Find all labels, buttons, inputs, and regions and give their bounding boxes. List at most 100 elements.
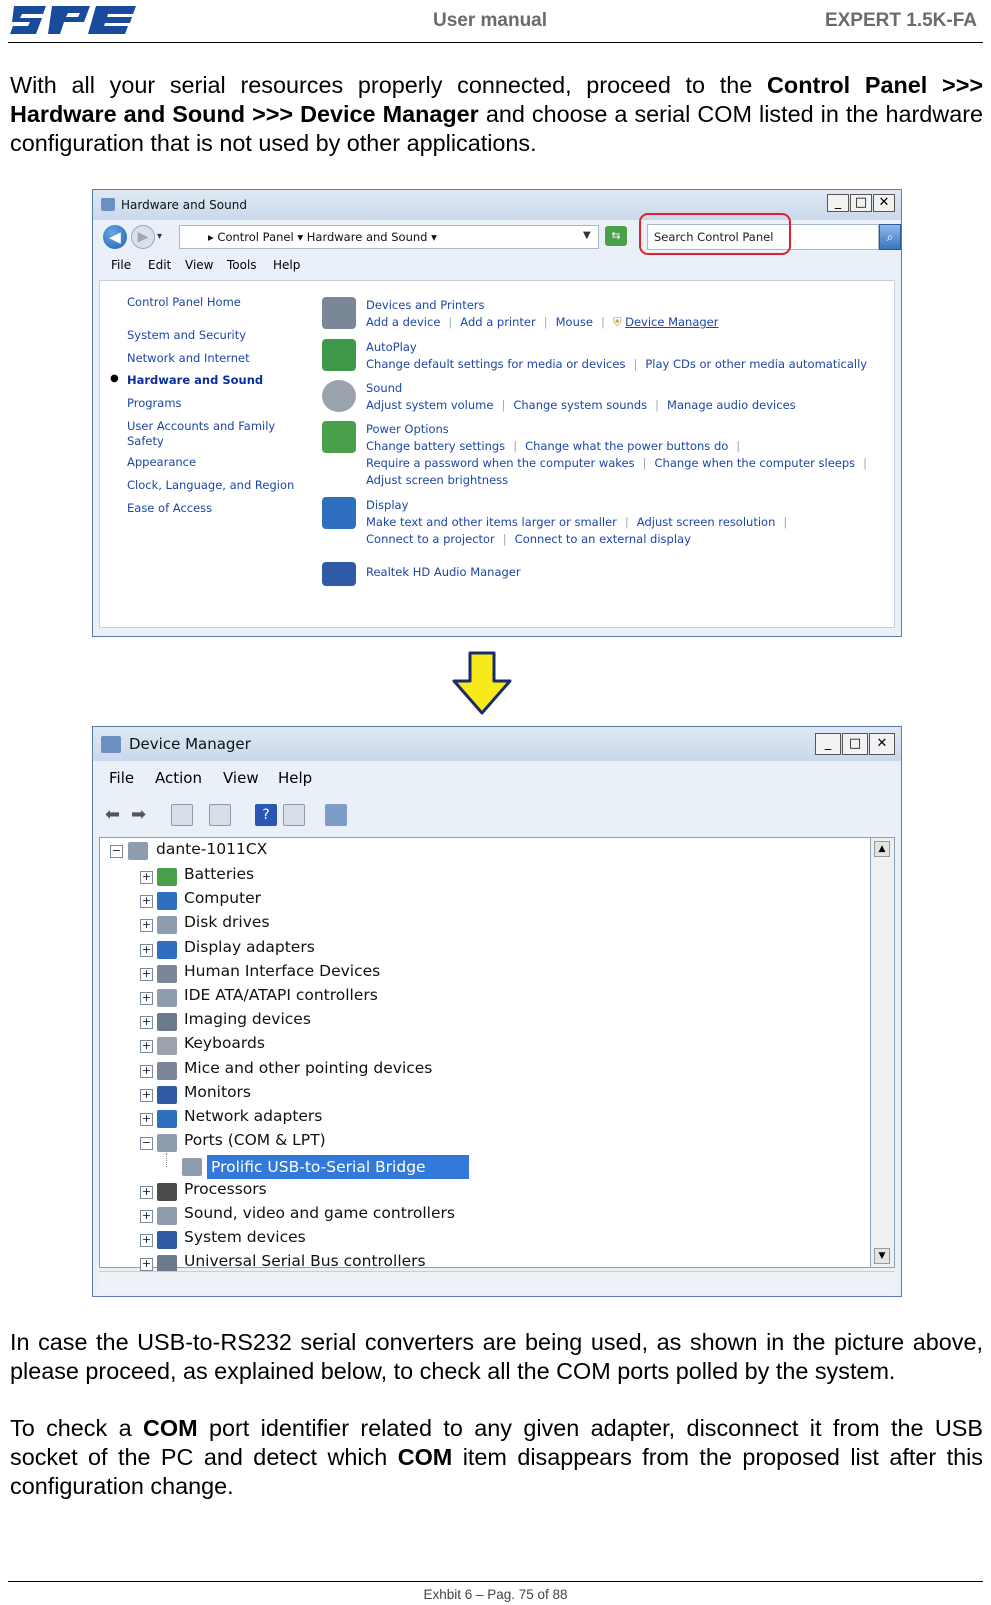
maximize-button[interactable]: □ bbox=[850, 194, 872, 212]
expand-icon[interactable]: + bbox=[140, 1113, 153, 1126]
close-button[interactable]: ✕ bbox=[869, 733, 895, 755]
expand-icon[interactable]: + bbox=[140, 1185, 153, 1199]
link-add-device[interactable]: Add a device bbox=[366, 315, 440, 329]
properties-icon[interactable] bbox=[171, 804, 193, 826]
expand-icon[interactable]: + bbox=[140, 1088, 153, 1102]
nav-hardware-sound[interactable]: Hardware and Sound bbox=[127, 373, 263, 388]
nav-user-accounts[interactable]: User Accounts and Family Safety bbox=[127, 419, 287, 449]
search-icon[interactable]: ⌕ bbox=[879, 224, 901, 250]
menu-tools[interactable]: Tools bbox=[227, 258, 257, 272]
nav-appearance[interactable]: Appearance bbox=[127, 455, 196, 470]
link-sleep-time[interactable]: Change when the computer sleeps bbox=[655, 456, 856, 470]
link-audio-devices[interactable]: Manage audio devices bbox=[667, 398, 796, 412]
menu-file[interactable]: File bbox=[109, 769, 134, 787]
tree-node[interactable]: Display adapters bbox=[184, 938, 315, 956]
expand-icon[interactable]: + bbox=[140, 943, 153, 957]
tree-node[interactable]: Universal Serial Bus controllers bbox=[184, 1252, 426, 1270]
link-adjust-volume[interactable]: Adjust system volume bbox=[366, 398, 493, 412]
address-dropdown-icon[interactable]: ▼ bbox=[583, 230, 591, 241]
tree-node[interactable]: Human Interface Devices bbox=[184, 962, 380, 980]
minimize-button[interactable]: _ bbox=[815, 733, 841, 755]
category-title[interactable]: Realtek HD Audio Manager bbox=[366, 564, 521, 581]
menu-view[interactable]: View bbox=[223, 769, 259, 787]
help-icon[interactable]: ? bbox=[255, 804, 277, 826]
vertical-scrollbar[interactable]: ▲ ▼ bbox=[871, 837, 895, 1268]
link-device-manager[interactable]: Device Manager bbox=[625, 315, 718, 329]
show-hide-icon[interactable] bbox=[209, 804, 231, 826]
expand-icon[interactable]: + bbox=[140, 1258, 153, 1272]
forward-icon[interactable]: ➡ bbox=[131, 804, 153, 826]
link-external-display[interactable]: Connect to an external display bbox=[515, 532, 691, 546]
link-projector[interactable]: Connect to a projector bbox=[366, 532, 495, 546]
tree-node[interactable]: Ports (COM & LPT) bbox=[184, 1131, 326, 1149]
link-play-cds[interactable]: Play CDs or other media automatically bbox=[645, 357, 867, 371]
nav-ease-of-access[interactable]: Ease of Access bbox=[127, 501, 212, 516]
forward-arrow-icon[interactable]: ▶ bbox=[131, 225, 155, 249]
scroll-up-icon[interactable]: ▲ bbox=[874, 841, 890, 857]
tree-node[interactable]: Network adapters bbox=[184, 1107, 322, 1125]
back-arrow-icon[interactable]: ◀ bbox=[103, 225, 127, 249]
nav-control-panel-home[interactable]: Control Panel Home bbox=[127, 295, 241, 310]
link-mouse[interactable]: Mouse bbox=[556, 315, 593, 329]
expand-icon[interactable]: + bbox=[140, 919, 153, 933]
recent-pages-icon[interactable]: ▾ bbox=[157, 231, 162, 242]
collapse-icon[interactable]: − bbox=[110, 845, 123, 858]
expand-icon[interactable]: + bbox=[140, 1234, 153, 1247]
menu-help[interactable]: Help bbox=[273, 258, 300, 272]
scan-hardware-icon[interactable] bbox=[325, 804, 347, 826]
nav-programs[interactable]: Programs bbox=[127, 396, 182, 411]
link-system-sounds[interactable]: Change system sounds bbox=[513, 398, 647, 412]
nav-system-security[interactable]: System and Security bbox=[127, 328, 246, 343]
tree-node[interactable]: System devices bbox=[184, 1228, 306, 1246]
link-brightness[interactable]: Adjust screen brightness bbox=[366, 473, 508, 487]
link-resolution[interactable]: Adjust screen resolution bbox=[637, 515, 776, 529]
menu-action[interactable]: Action bbox=[155, 769, 202, 787]
tree-node[interactable]: IDE ATA/ATAPI controllers bbox=[184, 986, 378, 1004]
menu-edit[interactable]: Edit bbox=[148, 258, 171, 272]
tree-root[interactable]: dante-1011CX bbox=[156, 840, 267, 858]
refresh-icon[interactable]: ⇆ bbox=[605, 226, 627, 246]
tree-node[interactable]: Computer bbox=[184, 889, 261, 907]
tree-node[interactable]: Monitors bbox=[184, 1083, 251, 1101]
expand-icon[interactable]: + bbox=[140, 895, 153, 909]
scroll-down-icon[interactable]: ▼ bbox=[874, 1248, 890, 1264]
link-add-printer[interactable]: Add a printer bbox=[460, 315, 535, 329]
expand-icon[interactable]: + bbox=[140, 1209, 153, 1223]
link-default-media[interactable]: Change default settings for media or dev… bbox=[366, 357, 625, 371]
maximize-button[interactable]: □ bbox=[842, 733, 868, 755]
expand-icon[interactable]: + bbox=[140, 1016, 153, 1030]
category-title[interactable]: Display bbox=[366, 497, 795, 514]
expand-icon[interactable]: + bbox=[140, 967, 153, 981]
menu-help[interactable]: Help bbox=[278, 769, 312, 787]
back-icon[interactable]: ⬅ bbox=[105, 804, 127, 826]
selected-com-port[interactable]: Prolific USB-to-Serial Bridge (COM1) bbox=[207, 1155, 469, 1200]
category-title[interactable]: Devices and Printers bbox=[366, 297, 719, 314]
nav-network-internet[interactable]: Network and Internet bbox=[127, 351, 250, 366]
link-battery-settings[interactable]: Change battery settings bbox=[366, 439, 505, 453]
category-title[interactable]: AutoPlay bbox=[366, 339, 867, 356]
category-title[interactable]: Sound bbox=[366, 380, 796, 397]
collapse-icon[interactable]: − bbox=[140, 1137, 153, 1151]
list-icon[interactable] bbox=[283, 804, 305, 826]
link-text-size[interactable]: Make text and other items larger or smal… bbox=[366, 515, 617, 529]
tree-node[interactable]: Keyboards bbox=[184, 1034, 265, 1052]
expand-icon[interactable]: + bbox=[140, 992, 153, 1005]
menu-view[interactable]: View bbox=[185, 258, 213, 272]
menu-file[interactable]: File bbox=[111, 258, 131, 272]
tree-node[interactable]: Sound, video and game controllers bbox=[184, 1204, 455, 1222]
expand-icon[interactable]: + bbox=[140, 1064, 153, 1078]
link-power-buttons[interactable]: Change what the power buttons do bbox=[525, 439, 728, 453]
expand-icon[interactable]: + bbox=[140, 871, 153, 884]
expand-icon[interactable]: + bbox=[140, 1040, 153, 1054]
link-wake-password[interactable]: Require a password when the computer wak… bbox=[366, 456, 635, 470]
minimize-button[interactable]: _ bbox=[827, 194, 849, 212]
tree-node[interactable]: Disk drives bbox=[184, 913, 270, 931]
tree-node[interactable]: Mice and other pointing devices bbox=[184, 1059, 432, 1077]
close-button[interactable]: ✕ bbox=[873, 194, 895, 212]
category-title[interactable]: Power Options bbox=[366, 421, 875, 438]
tree-node[interactable]: Processors bbox=[184, 1180, 267, 1198]
tree-node[interactable]: Imaging devices bbox=[184, 1010, 311, 1028]
breadcrumb[interactable]: ▸ Control Panel ▾ Hardware and Sound ▾ bbox=[179, 225, 599, 249]
nav-clock-language[interactable]: Clock, Language, and Region bbox=[127, 478, 294, 493]
tree-node[interactable]: Batteries bbox=[184, 865, 254, 883]
